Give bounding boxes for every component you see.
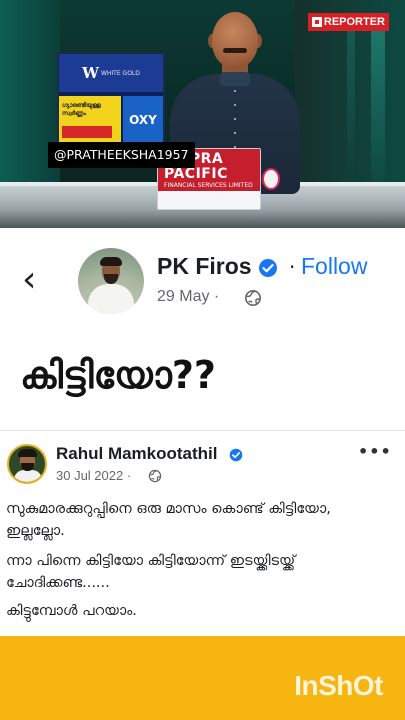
post-text-line: സുകുമാരക്കുറുപ്പിനെ ഒരു മാസം കൊണ്ട് കിട്… [6,501,331,517]
overlay-handle: @PRATHEEKSHA1957 [48,142,195,168]
ad-brand-panel: W WHITE GOLD [59,54,163,92]
studio-light-stripe [347,20,355,190]
reporter-logo-icon [311,17,322,27]
ad-brand-text: WHITE GOLD [100,69,140,77]
author-name[interactable]: PK Firos [157,253,252,280]
chevron-left-icon[interactable]: ‹ [22,262,58,302]
post-text-line: ന്നാ പിന്നെ കിട്ടിയോ കിട്ടിയോന്ന് ഇടയ്ക്… [6,553,296,569]
divider [0,430,405,431]
ad-oxy-text: OXY [129,113,157,127]
globe-icon [244,289,262,307]
post-text-line: ഇല്ലല്ലോ. [6,523,65,539]
news-video-frame: W WHITE GOLD ഗ്യാരണ്ടിയുള്ള സ്വർണ്ണം 15 … [0,0,405,228]
channel-logo: REPORTER [307,13,389,31]
app-watermark: InShOt [294,670,383,701]
shared-post-text: സുകുമാരക്കുറുപ്പിനെ ഒരു മാസം കൊണ്ട് കിട്… [6,498,404,622]
studio-light-stripe [371,30,385,190]
globe-icon [148,469,162,483]
follow-button[interactable]: Follow [301,253,367,280]
desk-mic-logo-icon [262,168,280,190]
post-date: 29 May · [157,288,220,305]
shared-author-avatar[interactable] [7,444,47,484]
watermark-band: InShOt [0,636,405,720]
post-text-line: കിട്ടുമ്പോൾ പറയാം. [6,603,137,619]
shared-author-name[interactable]: Rahul Mamkootathil [56,444,218,464]
verified-badge-icon [229,448,243,462]
ad-red-strip [62,126,112,138]
ad-promo-text: ഗ്യാരണ്ടിയുള്ള സ്വർണ്ണം [62,102,101,117]
more-options-button[interactable]: ••• [358,442,392,461]
post-card: ‹ PK Firos · Follow 29 May · കിട്ടിയോ?? … [0,228,405,636]
sponsor-logo-line2: PACIFIC [164,166,228,182]
header-separator: · [289,255,296,279]
verified-badge-icon [259,259,277,277]
channel-logo-text: REPORTER [323,16,385,28]
post-text-line: ചോദിക്കണ്ട...... [6,575,110,591]
sponsor-logo-line3: FINANCIAL SERVICES LIMITED [164,182,253,189]
shared-post-date: 30 Jul 2022 · [56,468,132,483]
post-headline: കിട്ടിയോ?? [20,353,216,397]
author-avatar[interactable] [78,248,144,314]
